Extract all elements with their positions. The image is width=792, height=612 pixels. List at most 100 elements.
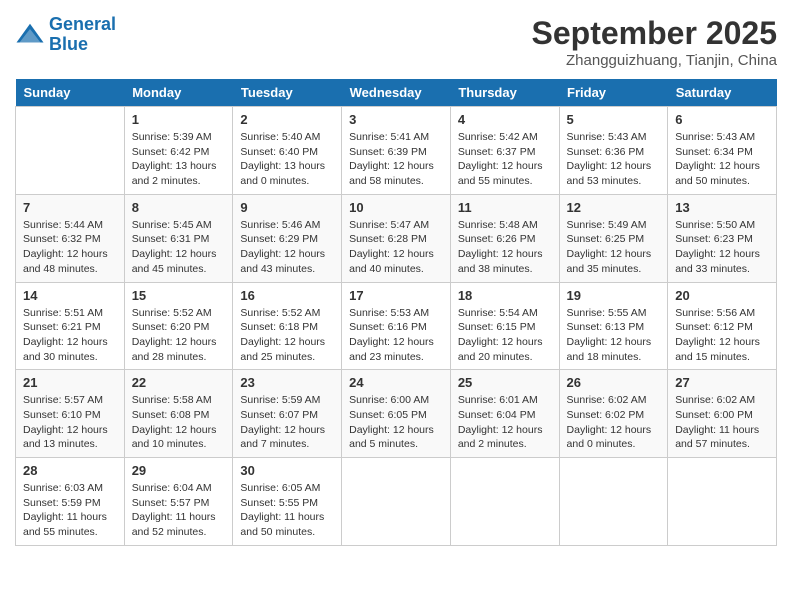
day-cell: 24Sunrise: 6:00 AMSunset: 6:05 PMDayligh… [342,370,451,458]
day-cell: 21 Sunrise: 5:57 AMSunset: 6:10 PMDayligh… [16,370,125,458]
week-row-5: 28 Sunrise: 6:03 AMSunset: 5:59 PMDayligh… [16,458,777,546]
day-cell: 22 Sunrise: 5:58 AMSunset: 6:08 PMDayligh… [124,370,233,458]
day-number: 8 [132,200,226,215]
day-number: 1 [132,112,226,127]
day-cell: 4 Sunrise: 5:42 AMSunset: 6:37 PMDaylight… [450,107,559,195]
day-number: 18 [458,288,552,303]
day-cell: 9 Sunrise: 5:46 AMSunset: 6:29 PMDaylight… [233,194,342,282]
day-cell: 11 Sunrise: 5:48 AMSunset: 6:26 PMDayligh… [450,194,559,282]
day-info: Sunrise: 5:57 AMSunset: 6:10 PMDaylight:… [23,393,117,452]
day-header-tuesday: Tuesday [233,79,342,107]
day-header-friday: Friday [559,79,668,107]
day-info: Sunrise: 5:44 AMSunset: 6:32 PMDaylight:… [23,218,117,277]
day-number: 14 [23,288,117,303]
title-block: September 2025 Zhangguizhuang, Tianjin, … [532,15,777,69]
day-cell: 29 Sunrise: 6:04 AMSunset: 5:57 PMDayligh… [124,458,233,546]
day-cell [559,458,668,546]
day-info: Sunrise: 5:56 AMSunset: 6:12 PMDaylight:… [675,306,769,365]
logo-icon [15,20,45,50]
day-cell: 25 Sunrise: 6:01 AMSunset: 6:04 PMDayligh… [450,370,559,458]
day-number: 11 [458,200,552,215]
day-info: Sunrise: 5:50 AMSunset: 6:23 PMDaylight:… [675,218,769,277]
day-info: Sunrise: 5:43 AMSunset: 6:34 PMDaylight:… [675,130,769,189]
day-info: Sunrise: 5:41 AMSunset: 6:39 PMDaylight:… [349,130,443,189]
day-header-wednesday: Wednesday [342,79,451,107]
day-cell: 27 Sunrise: 6:02 AMSunset: 6:00 PMDayligh… [668,370,777,458]
day-cell: 20 Sunrise: 5:56 AMSunset: 6:12 PMDayligh… [668,282,777,370]
day-cell: 23 Sunrise: 5:59 AMSunset: 6:07 PMDayligh… [233,370,342,458]
week-row-2: 7 Sunrise: 5:44 AMSunset: 6:32 PMDaylight… [16,194,777,282]
day-cell: 30Sunrise: 6:05 AMSunset: 5:55 PMDayligh… [233,458,342,546]
day-info: Sunrise: 5:45 AMSunset: 6:31 PMDaylight:… [132,218,226,277]
day-info: Sunrise: 5:42 AMSunset: 6:37 PMDaylight:… [458,130,552,189]
day-cell: 19Sunrise: 5:55 AMSunset: 6:13 PMDayligh… [559,282,668,370]
day-info: Sunrise: 5:39 AMSunset: 6:42 PMDaylight:… [132,130,226,189]
day-number: 7 [23,200,117,215]
day-info: Sunrise: 5:49 AMSunset: 6:25 PMDaylight:… [567,218,661,277]
day-cell: 7 Sunrise: 5:44 AMSunset: 6:32 PMDaylight… [16,194,125,282]
day-info: Sunrise: 6:00 AMSunset: 6:05 PMDaylight:… [349,393,443,452]
day-number: 22 [132,375,226,390]
day-cell: 5 Sunrise: 5:43 AMSunset: 6:36 PMDaylight… [559,107,668,195]
day-number: 21 [23,375,117,390]
day-info: Sunrise: 6:01 AMSunset: 6:04 PMDaylight:… [458,393,552,452]
day-cell: 6 Sunrise: 5:43 AMSunset: 6:34 PMDaylight… [668,107,777,195]
week-row-3: 14 Sunrise: 5:51 AMSunset: 6:21 PMDayligh… [16,282,777,370]
day-number: 10 [349,200,443,215]
day-number: 23 [240,375,334,390]
day-info: Sunrise: 5:40 AMSunset: 6:40 PMDaylight:… [240,130,334,189]
day-header-sunday: Sunday [16,79,125,107]
day-number: 29 [132,463,226,478]
day-cell: 12 Sunrise: 5:49 AMSunset: 6:25 PMDayligh… [559,194,668,282]
day-number: 9 [240,200,334,215]
day-info: Sunrise: 5:52 AMSunset: 6:20 PMDaylight:… [132,306,226,365]
day-cell: 18Sunrise: 5:54 AMSunset: 6:15 PMDayligh… [450,282,559,370]
day-header-thursday: Thursday [450,79,559,107]
day-info: Sunrise: 5:53 AMSunset: 6:16 PMDaylight:… [349,306,443,365]
day-number: 5 [567,112,661,127]
logo-text: General Blue [49,15,116,55]
day-number: 26 [567,375,661,390]
calendar-table: SundayMondayTuesdayWednesdayThursdayFrid… [15,79,777,546]
day-info: Sunrise: 6:03 AMSunset: 5:59 PMDaylight:… [23,481,117,540]
day-cell: 28 Sunrise: 6:03 AMSunset: 5:59 PMDayligh… [16,458,125,546]
month-title: September 2025 [532,15,777,52]
day-number: 4 [458,112,552,127]
day-number: 19 [567,288,661,303]
day-number: 25 [458,375,552,390]
day-header-saturday: Saturday [668,79,777,107]
day-info: Sunrise: 5:46 AMSunset: 6:29 PMDaylight:… [240,218,334,277]
day-cell: 17 Sunrise: 5:53 AMSunset: 6:16 PMDayligh… [342,282,451,370]
day-number: 20 [675,288,769,303]
day-info: Sunrise: 5:48 AMSunset: 6:26 PMDaylight:… [458,218,552,277]
day-info: Sunrise: 6:02 AMSunset: 6:02 PMDaylight:… [567,393,661,452]
week-row-1: 1 Sunrise: 5:39 AMSunset: 6:42 PMDaylight… [16,107,777,195]
day-header-monday: Monday [124,79,233,107]
day-number: 3 [349,112,443,127]
day-cell: 3 Sunrise: 5:41 AMSunset: 6:39 PMDaylight… [342,107,451,195]
day-info: Sunrise: 6:05 AMSunset: 5:55 PMDaylight:… [240,481,334,540]
day-cell: 26 Sunrise: 6:02 AMSunset: 6:02 PMDayligh… [559,370,668,458]
day-info: Sunrise: 5:43 AMSunset: 6:36 PMDaylight:… [567,130,661,189]
day-info: Sunrise: 5:47 AMSunset: 6:28 PMDaylight:… [349,218,443,277]
day-cell: 13Sunrise: 5:50 AMSunset: 6:23 PMDayligh… [668,194,777,282]
day-number: 6 [675,112,769,127]
day-cell: 16Sunrise: 5:52 AMSunset: 6:18 PMDayligh… [233,282,342,370]
day-number: 27 [675,375,769,390]
day-number: 12 [567,200,661,215]
day-info: Sunrise: 5:51 AMSunset: 6:21 PMDaylight:… [23,306,117,365]
day-info: Sunrise: 6:02 AMSunset: 6:00 PMDaylight:… [675,393,769,452]
week-row-4: 21 Sunrise: 5:57 AMSunset: 6:10 PMDayligh… [16,370,777,458]
day-number: 28 [23,463,117,478]
days-header-row: SundayMondayTuesdayWednesdayThursdayFrid… [16,79,777,107]
day-info: Sunrise: 5:59 AMSunset: 6:07 PMDaylight:… [240,393,334,452]
day-number: 2 [240,112,334,127]
page-header: General Blue September 2025 Zhangguizhua… [15,15,777,69]
day-info: Sunrise: 6:04 AMSunset: 5:57 PMDaylight:… [132,481,226,540]
day-number: 17 [349,288,443,303]
day-number: 15 [132,288,226,303]
day-number: 16 [240,288,334,303]
day-info: Sunrise: 5:58 AMSunset: 6:08 PMDaylight:… [132,393,226,452]
day-cell: 10 Sunrise: 5:47 AMSunset: 6:28 PMDayligh… [342,194,451,282]
day-cell: 8 Sunrise: 5:45 AMSunset: 6:31 PMDaylight… [124,194,233,282]
